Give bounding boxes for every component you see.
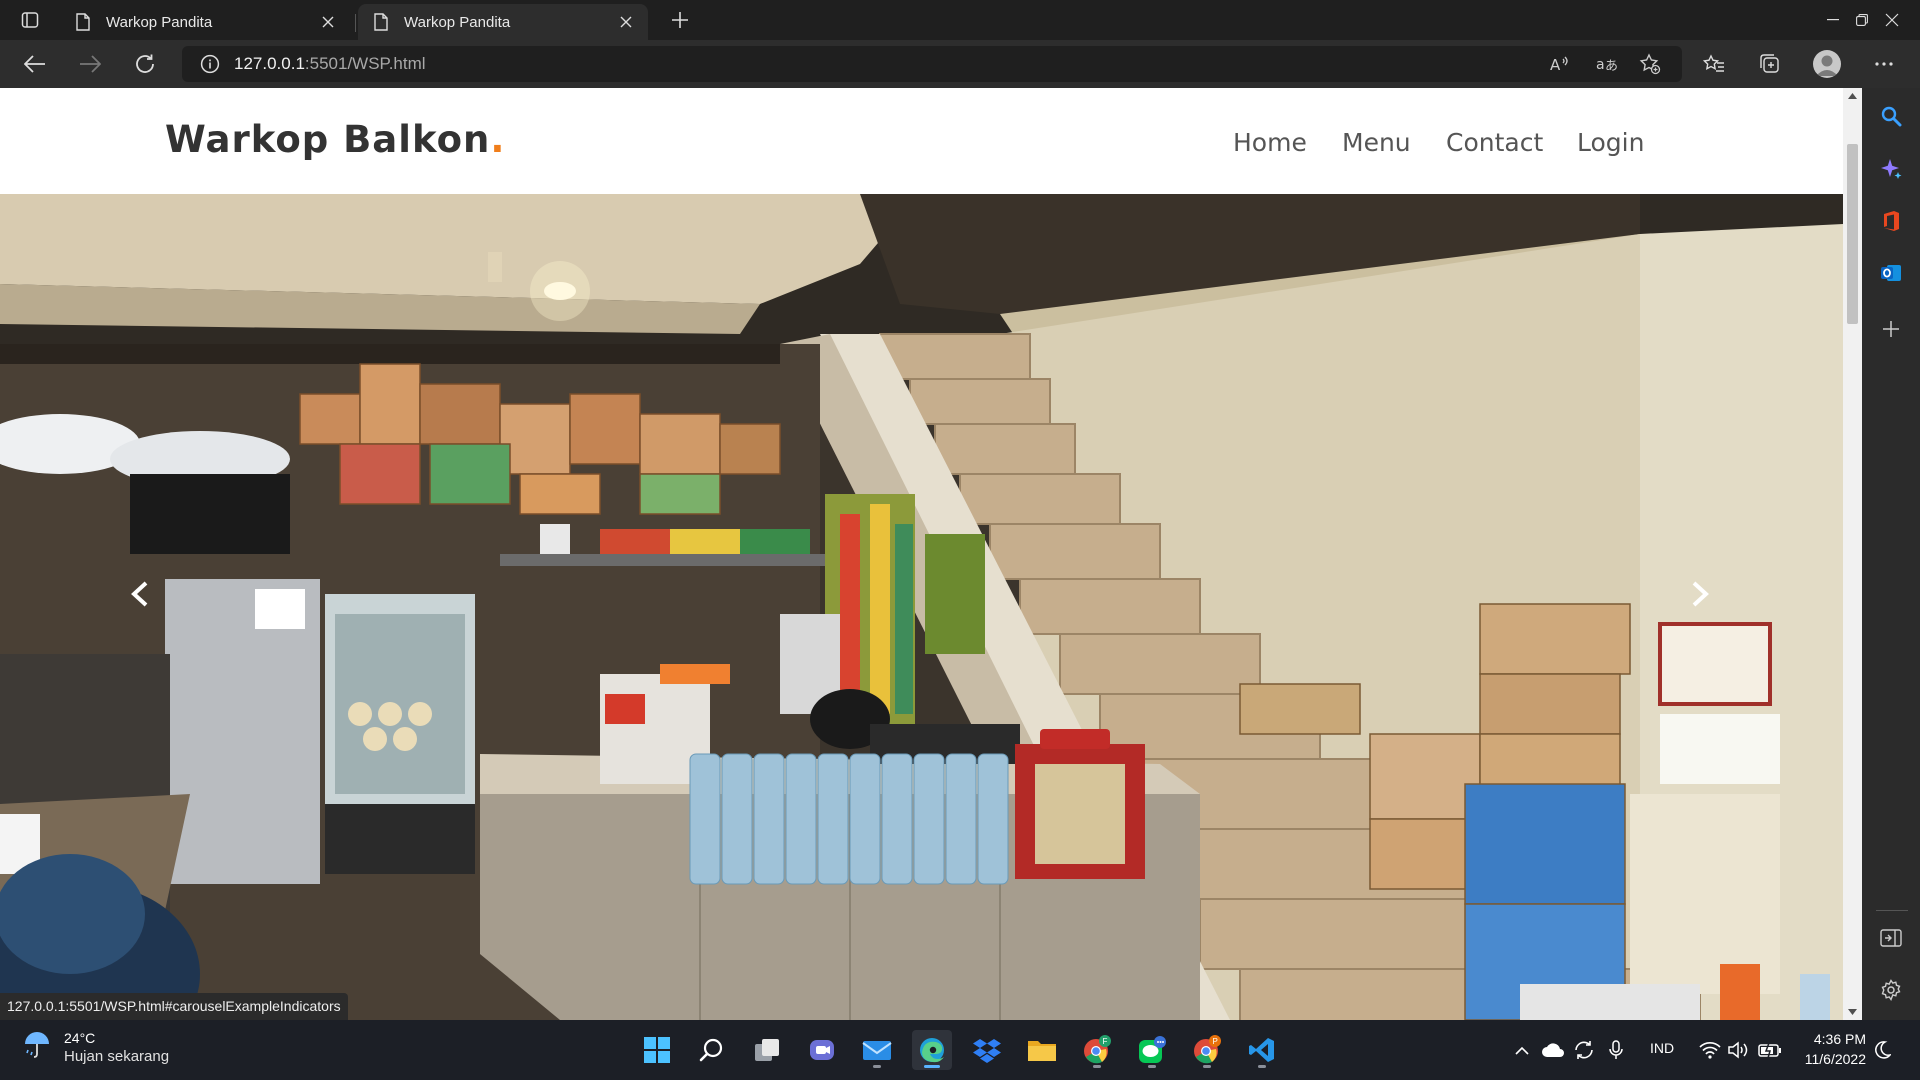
task-view-icon[interactable] <box>747 1030 787 1070</box>
address-bar[interactable]: 127.0.0.1:5501/WSP.html A aあ <box>182 46 1682 82</box>
clock-time: 4:36 PM <box>1813 1031 1866 1047</box>
clock-date: 11/6/2022 <box>1804 1051 1866 1067</box>
hero-carousel[interactable] <box>0 194 1843 1020</box>
weather-desc: Hujan sekarang <box>64 1048 170 1065</box>
close-tab-icon[interactable] <box>318 12 338 32</box>
battery-charging-icon[interactable] <box>1755 1038 1785 1062</box>
svg-text:F: F <box>1103 1037 1108 1046</box>
browser-tab-active[interactable]: Warkop Pandita <box>358 4 648 40</box>
new-tab-plus-icon[interactable] <box>664 6 696 34</box>
scrollbar-thumb[interactable] <box>1847 144 1858 324</box>
edge-browser-icon[interactable] <box>912 1030 952 1070</box>
url-host: 127.0.0.1 <box>234 54 305 73</box>
warung-interior-photo <box>0 194 1843 1020</box>
favorites-icon[interactable] <box>1695 46 1733 82</box>
outlook-icon[interactable] <box>1873 255 1909 291</box>
link-status-bubble: 127.0.0.1:5501/WSP.html#carouselExampleI… <box>0 993 348 1020</box>
tab-divider <box>355 14 356 32</box>
sync-icon[interactable] <box>1570 1038 1598 1062</box>
site-info-icon[interactable] <box>200 54 220 74</box>
nav-link-login[interactable]: Login <box>1577 128 1644 157</box>
sidebar-settings-gear-icon[interactable] <box>1873 972 1909 1008</box>
start-windows-icon[interactable] <box>637 1030 677 1070</box>
nav-link-home[interactable]: Home <box>1233 128 1307 157</box>
brand-text: Warkop Balkon <box>165 118 491 161</box>
carousel-prev-chevron-left-icon[interactable] <box>110 564 170 624</box>
tab-title: Warkop Pandita <box>106 13 213 31</box>
svg-text:a: a <box>1596 57 1605 73</box>
forward-arrow-icon[interactable] <box>72 46 108 82</box>
running-indicator <box>1203 1065 1211 1068</box>
scroll-up-arrow-icon[interactable] <box>1843 88 1862 104</box>
browser-title-bar: Warkop Pandita Warkop Pandita <box>0 0 1920 40</box>
running-indicator <box>1148 1065 1156 1068</box>
add-favorite-star-icon[interactable] <box>1632 46 1668 82</box>
running-indicator <box>1258 1065 1266 1068</box>
system-clock[interactable]: 4:36 PM 11/6/2022 <box>1800 1031 1866 1067</box>
file-explorer-folder-icon[interactable] <box>1022 1030 1062 1070</box>
running-indicator <box>924 1065 940 1068</box>
weather-temp: 24°C <box>64 1030 96 1046</box>
svg-text:A: A <box>1550 56 1561 73</box>
nav-link-contact[interactable]: Contact <box>1446 128 1543 157</box>
page-scrollbar[interactable] <box>1843 88 1862 1020</box>
office-icon[interactable] <box>1873 203 1909 239</box>
windows-taskbar: 24°C Hujan sekarang F P IND 4:36 PM 11/6… <box>0 1020 1920 1080</box>
browser-toolbar: 127.0.0.1:5501/WSP.html A aあ <box>0 40 1920 88</box>
tab-actions-menu-icon[interactable] <box>12 6 48 34</box>
microphone-icon[interactable] <box>1604 1038 1628 1062</box>
page-icon <box>76 13 92 31</box>
onedrive-cloud-icon[interactable] <box>1539 1038 1567 1062</box>
read-aloud-icon[interactable]: A <box>1542 46 1578 82</box>
taskbar-search-icon[interactable] <box>692 1030 732 1070</box>
profile-avatar[interactable] <box>1808 46 1846 82</box>
chrome-profile-f-icon[interactable]: F <box>1077 1030 1117 1070</box>
svg-text:あ: あ <box>1605 59 1617 73</box>
running-indicator <box>873 1065 881 1068</box>
svg-text:P: P <box>1213 1037 1218 1046</box>
url-path: :5501/WSP.html <box>304 54 426 73</box>
settings-more-icon[interactable] <box>1865 46 1903 82</box>
translate-icon[interactable]: aあ <box>1588 46 1624 82</box>
close-tab-icon[interactable] <box>616 12 636 32</box>
show-hidden-icons-chevron-up-icon[interactable] <box>1510 1038 1534 1062</box>
site-navbar: Warkop Balkon. Home Menu Contact Login <box>0 88 1843 194</box>
site-brand-logo[interactable]: Warkop Balkon. <box>165 118 505 161</box>
edge-sidebar <box>1862 88 1920 1020</box>
refresh-icon[interactable] <box>127 46 163 82</box>
collections-icon[interactable] <box>1751 46 1789 82</box>
rain-umbrella-icon <box>22 1030 52 1065</box>
chrome-profile-p-icon[interactable]: P <box>1187 1030 1227 1070</box>
line-app-icon[interactable] <box>1132 1030 1172 1070</box>
page-icon <box>374 13 390 31</box>
dropbox-icon[interactable] <box>967 1030 1007 1070</box>
nav-link-menu[interactable]: Menu <box>1342 128 1411 157</box>
teams-chat-icon[interactable] <box>802 1030 842 1070</box>
carousel-next-chevron-right-icon[interactable] <box>1670 564 1730 624</box>
running-indicator <box>1093 1065 1101 1068</box>
back-arrow-icon[interactable] <box>17 46 53 82</box>
mail-icon[interactable] <box>857 1030 897 1070</box>
browser-tab[interactable]: Warkop Pandita <box>60 4 350 40</box>
hide-sidebar-icon[interactable] <box>1873 920 1909 956</box>
search-icon[interactable] <box>1873 98 1909 134</box>
page-viewport: Warkop Balkon. Home Menu Contact Login 1… <box>0 88 1862 1020</box>
discover-sparkle-icon[interactable] <box>1873 151 1909 187</box>
add-sidebar-app-plus-icon[interactable] <box>1873 311 1909 347</box>
close-window-icon[interactable] <box>1864 0 1920 40</box>
input-language[interactable]: IND <box>1650 1040 1674 1056</box>
tab-title: Warkop Pandita <box>404 13 511 31</box>
sidebar-divider <box>1876 910 1908 911</box>
weather-widget[interactable]: 24°C Hujan sekarang <box>22 1030 169 1065</box>
scroll-down-arrow-icon[interactable] <box>1843 1004 1862 1020</box>
brand-dot: . <box>490 118 506 161</box>
volume-icon[interactable] <box>1726 1038 1752 1062</box>
vscode-icon[interactable] <box>1242 1030 1282 1070</box>
wifi-icon[interactable] <box>1697 1038 1723 1062</box>
notifications-moon-icon[interactable] <box>1871 1038 1895 1062</box>
